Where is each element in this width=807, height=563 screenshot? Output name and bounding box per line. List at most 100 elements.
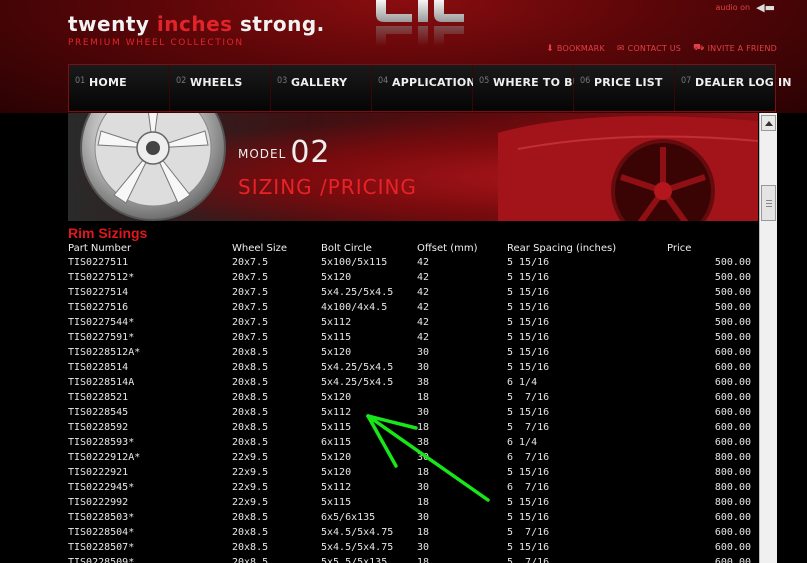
speaker-icon: ◀▬ bbox=[756, 1, 775, 14]
cell-bolt-circle: 5x4.5/5x4.75 bbox=[321, 527, 394, 538]
nav-tab-dealer-log-in[interactable]: 07 DEALER LOG IN bbox=[675, 65, 792, 111]
cell-price: 800.00 bbox=[714, 467, 751, 478]
table-row: TIS0228509* 20x8.5 5x5.5/5x135 18 5 7/16 600.… bbox=[68, 555, 753, 563]
cell-part-number: TIS0228521 bbox=[68, 392, 129, 403]
rim-sizings-title: Rim Sizings bbox=[68, 225, 148, 241]
cell-wheel-size: 20x7.5 bbox=[232, 272, 269, 283]
cell-rear-spacing: 5 7/16 bbox=[507, 422, 550, 433]
brand-name: twenty inches strong. bbox=[68, 12, 325, 36]
cell-rear-spacing: 6 1/4 bbox=[507, 437, 538, 448]
cell-part-number: TIS0228504* bbox=[68, 527, 135, 538]
table-header-row: Part Number Wheel Size Bolt Circle Offse… bbox=[68, 241, 753, 255]
nav-tab-wheels[interactable]: 02 WHEELS bbox=[170, 65, 271, 111]
cell-part-number: TIS0222921 bbox=[68, 467, 129, 478]
cell-part-number: TIS0222912A* bbox=[68, 452, 141, 463]
cell-bolt-circle: 5x112 bbox=[321, 482, 352, 493]
contact-us-link[interactable]: ✉ CONTACT US bbox=[617, 43, 681, 54]
column-header: Part Number bbox=[68, 242, 132, 254]
cell-part-number: TIS0227511 bbox=[68, 257, 129, 268]
nav-number: 07 bbox=[681, 76, 692, 86]
cell-offset: 42 bbox=[417, 317, 430, 328]
bookmark-label: BOOKMARK bbox=[556, 44, 605, 53]
table-row: TIS0227591* 20x7.5 5x115 42 5 15/16 500.00 bbox=[68, 330, 753, 345]
cell-price: 600.00 bbox=[714, 392, 751, 403]
nav-label: PRICE LIST bbox=[594, 76, 663, 89]
cell-bolt-circle: 5x120 bbox=[321, 392, 352, 403]
nav-tab-gallery[interactable]: 03 GALLERY bbox=[271, 65, 372, 111]
cell-offset: 38 bbox=[417, 437, 430, 448]
cell-offset: 38 bbox=[417, 377, 430, 388]
cell-rear-spacing: 5 15/16 bbox=[507, 302, 550, 313]
cell-rear-spacing: 5 7/16 bbox=[507, 527, 550, 538]
cell-rear-spacing: 5 15/16 bbox=[507, 347, 550, 358]
brand-tagline: PREMIUM WHEEL COLLECTION bbox=[68, 38, 244, 48]
cell-rear-spacing: 5 15/16 bbox=[507, 542, 550, 553]
cell-part-number: TIS0228514A bbox=[68, 377, 135, 388]
cell-offset: 30 bbox=[417, 512, 430, 523]
cell-wheel-size: 20x8.5 bbox=[232, 422, 269, 433]
brand-emblem bbox=[376, 0, 464, 46]
banner-subtitle: SIZING /PRICING bbox=[238, 175, 417, 199]
nav-tab-home[interactable]: 01 HOME bbox=[69, 65, 170, 111]
cell-part-number: TIS0227544* bbox=[68, 317, 135, 328]
table-row: TIS0222992 22x9.5 5x115 18 5 15/16 800.00 bbox=[68, 495, 753, 510]
cell-part-number: TIS0228545 bbox=[68, 407, 129, 418]
nav-label: DEALER LOG IN bbox=[695, 76, 792, 89]
cell-offset: 18 bbox=[417, 422, 430, 433]
wheel-image bbox=[80, 113, 226, 221]
cell-offset: 30 bbox=[417, 482, 430, 493]
cell-price: 600.00 bbox=[714, 512, 751, 523]
brand-logo[interactable]: twenty inches strong. PREMIUM WHEEL COLL… bbox=[68, 12, 325, 48]
content-area: MODEL 02 SIZING /PRICING Rim Sizings Part… bbox=[68, 113, 758, 563]
scroll-up-button[interactable] bbox=[761, 115, 776, 131]
table-row: TIS0227512* 20x7.5 5x120 42 5 15/16 500.00 bbox=[68, 270, 753, 285]
chevron-up-icon bbox=[765, 121, 773, 126]
table-row: TIS0227511 20x7.5 5x100/5x115 42 5 15/16 500.… bbox=[68, 255, 753, 270]
scroll-thumb[interactable] bbox=[761, 185, 776, 221]
invite-friend-label: INVITE A FRIEND bbox=[707, 44, 777, 53]
cell-bolt-circle: 5x4.5/5x4.75 bbox=[321, 542, 394, 553]
bookmark-icon: ⬇ bbox=[546, 43, 554, 54]
cell-price: 800.00 bbox=[714, 452, 751, 463]
nav-number: 03 bbox=[277, 76, 288, 86]
cell-bolt-circle: 5x5.5/5x135 bbox=[321, 557, 388, 563]
invite-friend-link[interactable]: ⛟ INVITE A FRIEND bbox=[693, 43, 777, 54]
nav-tab-price-list[interactable]: 06 PRICE LIST bbox=[574, 65, 675, 111]
cell-price: 500.00 bbox=[714, 302, 751, 313]
utility-links: ⬇ BOOKMARK ✉ CONTACT US ⛟ INVITE A FRIEN… bbox=[546, 43, 777, 54]
cell-price: 600.00 bbox=[714, 347, 751, 358]
cell-part-number: TIS0227516 bbox=[68, 302, 129, 313]
cell-bolt-circle: 5x120 bbox=[321, 452, 352, 463]
cell-wheel-size: 20x8.5 bbox=[232, 392, 269, 403]
vertical-scrollbar[interactable] bbox=[759, 113, 777, 563]
cell-bolt-circle: 5x120 bbox=[321, 272, 352, 283]
cell-rear-spacing: 5 15/16 bbox=[507, 332, 550, 343]
car-image bbox=[498, 116, 758, 221]
cell-bolt-circle: 5x120 bbox=[321, 467, 352, 478]
cell-price: 500.00 bbox=[714, 332, 751, 343]
cell-offset: 42 bbox=[417, 257, 430, 268]
cell-offset: 30 bbox=[417, 452, 430, 463]
nav-number: 01 bbox=[75, 76, 86, 86]
table-row: TIS0228514 20x8.5 5x4.25/5x4.5 30 5 15/16 600… bbox=[68, 360, 753, 375]
bookmark-link[interactable]: ⬇ BOOKMARK bbox=[546, 43, 605, 54]
cell-offset: 30 bbox=[417, 362, 430, 373]
column-header: Offset (mm) bbox=[417, 242, 478, 254]
cell-rear-spacing: 5 7/16 bbox=[507, 392, 550, 403]
cell-wheel-size: 22x9.5 bbox=[232, 482, 269, 493]
table-row: TIS0228592 20x8.5 5x115 18 5 7/16 600.00 bbox=[68, 420, 753, 435]
brand-name-part3: strong. bbox=[232, 12, 325, 36]
cell-wheel-size: 20x8.5 bbox=[232, 407, 269, 418]
table-row: TIS0228507* 20x8.5 5x4.5/5x4.75 30 5 15/16 60… bbox=[68, 540, 753, 555]
nav-label: WHEELS bbox=[190, 76, 243, 89]
nav-tab-where-to-buy[interactable]: 05 WHERE TO BUY bbox=[473, 65, 590, 111]
table-row: TIS0228504* 20x8.5 5x4.5/5x4.75 18 5 7/16 600… bbox=[68, 525, 753, 540]
cell-rear-spacing: 5 15/16 bbox=[507, 317, 550, 328]
nav-tab-applications[interactable]: 04 APPLICATIONS bbox=[372, 65, 484, 111]
cell-rear-spacing: 5 15/16 bbox=[507, 287, 550, 298]
audio-toggle[interactable]: audio on ◀▬ bbox=[715, 1, 775, 14]
cell-price: 600.00 bbox=[714, 362, 751, 373]
model-heading: MODEL 02 bbox=[238, 135, 331, 170]
cell-price: 600.00 bbox=[714, 422, 751, 433]
table-row: TIS0227514 20x7.5 5x4.25/5x4.5 42 5 15/16 500… bbox=[68, 285, 753, 300]
